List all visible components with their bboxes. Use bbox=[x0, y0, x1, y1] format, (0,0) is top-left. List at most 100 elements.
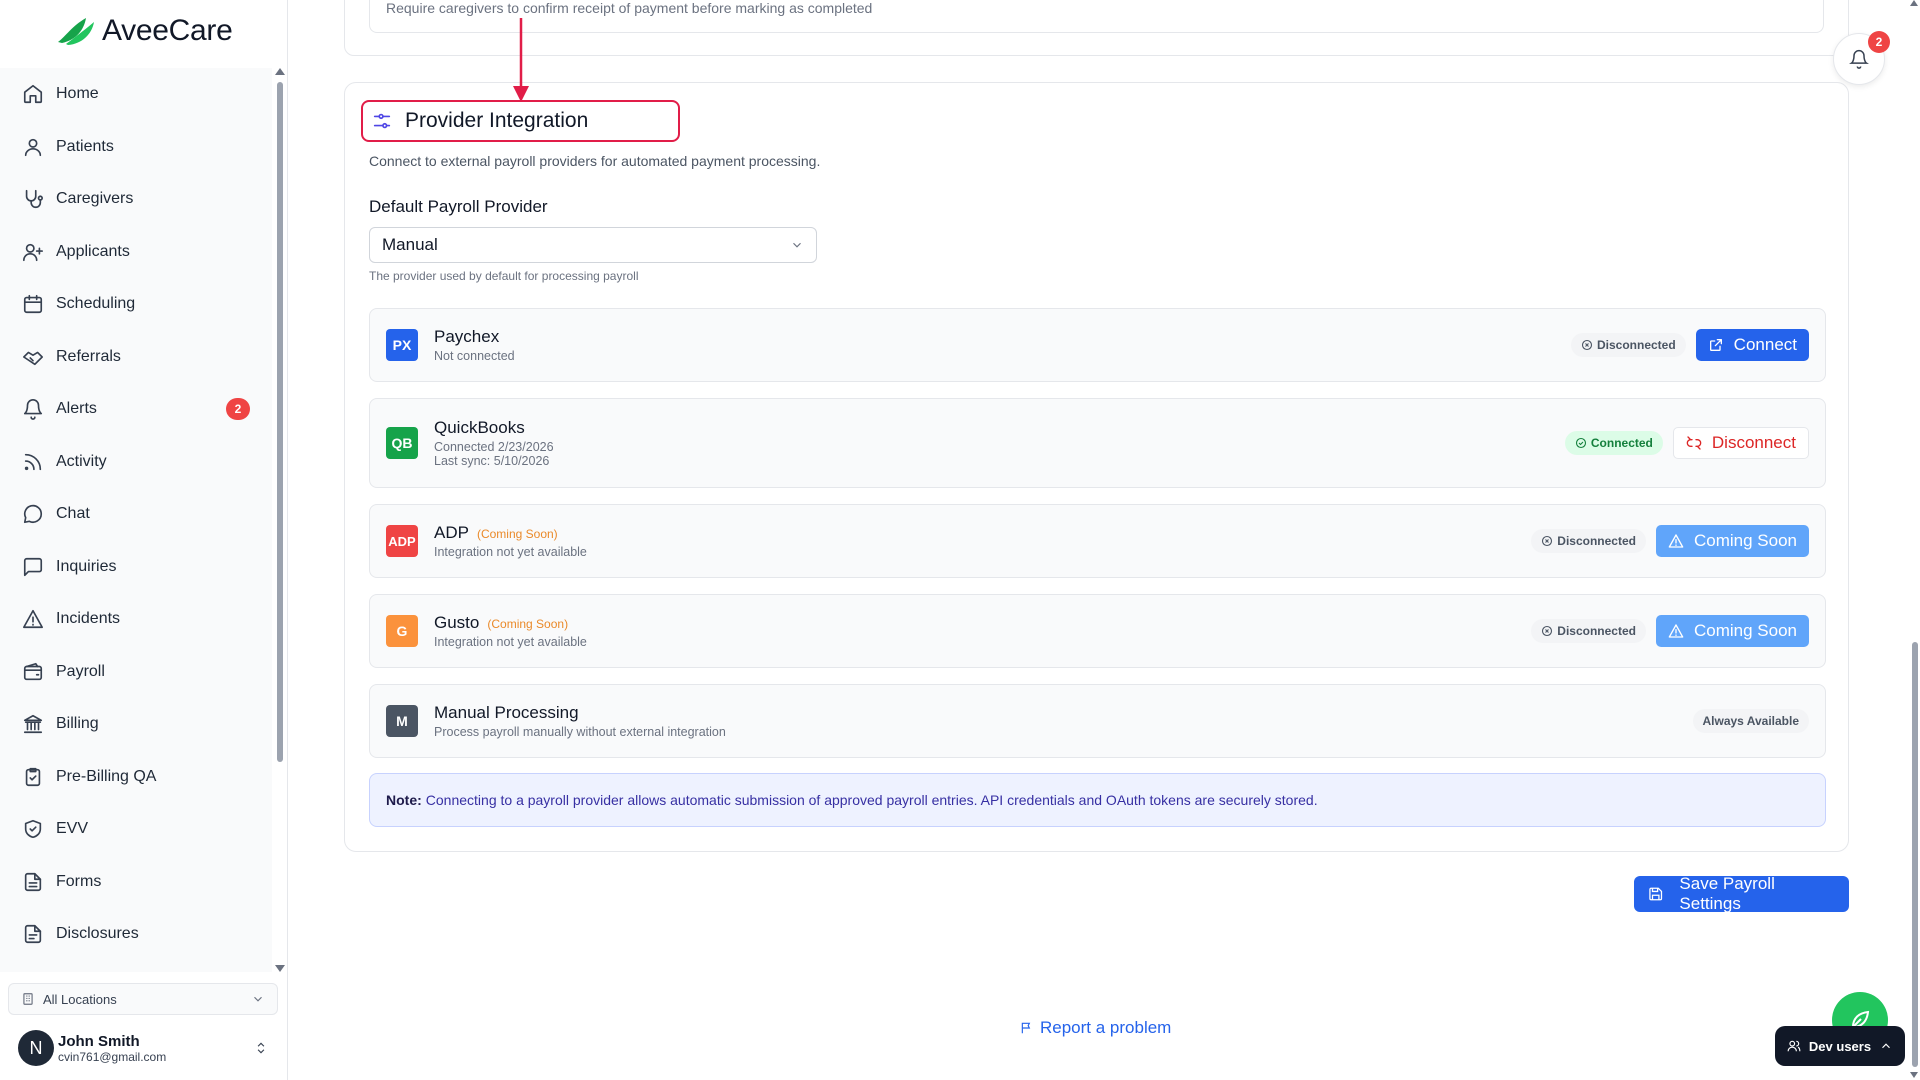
sidebar-item-patients[interactable]: Patients bbox=[0, 121, 272, 174]
save-button-label: Save Payroll Settings bbox=[1679, 874, 1775, 913]
sidebar-item-label: Disclosures bbox=[56, 925, 139, 943]
note-label: Note: bbox=[386, 792, 422, 808]
bell-icon bbox=[1849, 49, 1869, 69]
brand-logo[interactable]: AveeCare bbox=[56, 14, 233, 48]
scroll-thumb[interactable] bbox=[277, 82, 283, 762]
sidebar-item-pre-billing-qa[interactable]: Pre-Billing QA bbox=[0, 751, 272, 804]
circle-x-icon bbox=[1542, 535, 1553, 547]
sidebar-item-referrals[interactable]: Referrals bbox=[0, 331, 272, 384]
sidebar-item-label: Referrals bbox=[56, 347, 121, 365]
provider-info: Gusto (Coming Soon) Integration not yet a… bbox=[434, 613, 587, 649]
payment-confirmation-row: Require caregivers to confirm receipt of… bbox=[369, 0, 1824, 33]
coming-soon-button-label: Coming Soon bbox=[1693, 531, 1797, 550]
sidebar-item-incidents[interactable]: Incidents bbox=[0, 593, 272, 646]
provider-status-text: Not connected bbox=[434, 349, 515, 363]
sidebar-scrollbar[interactable] bbox=[274, 68, 285, 972]
user-plus-icon bbox=[23, 243, 43, 261]
location-select[interactable]: All Locations bbox=[8, 983, 278, 1015]
gusto-logo: G bbox=[386, 615, 418, 647]
sidebar-nav: Home Patients Caregivers Applicants Sche… bbox=[0, 68, 272, 972]
adp-coming-soon-button[interactable]: Coming Soon bbox=[1655, 525, 1809, 557]
connect-paychex-button[interactable]: Connect bbox=[1695, 329, 1809, 361]
external-link-icon bbox=[1709, 339, 1722, 351]
payment-confirmation-text: Require caregivers to confirm receipt of… bbox=[386, 0, 873, 16]
scroll-thumb[interactable] bbox=[1912, 642, 1918, 1067]
disconnect-button-label: Disconnect bbox=[1711, 433, 1796, 452]
scroll-up-arrow-icon[interactable] bbox=[275, 68, 285, 75]
provider-name: Gusto bbox=[434, 613, 480, 632]
sidebar-item-billing[interactable]: Billing bbox=[0, 698, 272, 751]
sidebar-item-inquiries[interactable]: Inquiries bbox=[0, 541, 272, 594]
provider-row-manual: M Manual Processing Process payroll manu… bbox=[369, 684, 1826, 758]
scroll-down-arrow-icon[interactable] bbox=[275, 965, 285, 972]
user-menu[interactable]: N John Smith cvin761@gmail.com bbox=[18, 1024, 278, 1072]
provider-actions: Disconnected Connect bbox=[1570, 329, 1809, 361]
provider-name: Manual Processing bbox=[434, 703, 579, 722]
status-badge: Always Available bbox=[1692, 709, 1809, 733]
sidebar: AveeCare Home Patients Caregivers Applic… bbox=[0, 0, 288, 1080]
sidebar-item-disclosures[interactable]: Disclosures bbox=[0, 908, 272, 961]
provider-status-text: Process payroll manually without externa… bbox=[434, 725, 726, 739]
sidebar-item-label: Applicants bbox=[56, 242, 130, 260]
sidebar-item-activity[interactable]: Activity bbox=[0, 436, 272, 489]
provider-info: Manual Processing Process payroll manual… bbox=[434, 703, 726, 739]
coming-soon-tag: (Coming Soon) bbox=[476, 527, 558, 541]
sidebar-item-label: Inquiries bbox=[56, 557, 117, 575]
provider-last-sync: Last sync: 5/10/2026 bbox=[434, 454, 550, 468]
sidebar-item-applicants[interactable]: Applicants bbox=[0, 226, 272, 279]
chevron-up-icon bbox=[1882, 1043, 1890, 1049]
flag-icon bbox=[1021, 1022, 1031, 1034]
status-badge-label: Disconnected bbox=[1557, 534, 1636, 548]
provider-connected-date: Connected 2/23/2026 bbox=[434, 440, 554, 454]
card-description: Connect to external payroll providers fo… bbox=[369, 153, 821, 169]
sidebar-item-label: Incidents bbox=[56, 610, 121, 628]
disconnect-quickbooks-button[interactable]: Disconnect bbox=[1672, 427, 1809, 459]
default-provider-label: Default Payroll Provider bbox=[369, 197, 548, 216]
adp-logo: ADP bbox=[386, 525, 418, 557]
provider-row-quickbooks: QB QuickBooks Connected 2/23/2026 Last s… bbox=[369, 398, 1826, 488]
calendar-icon bbox=[23, 295, 43, 314]
save-payroll-settings-button[interactable]: Save Payroll Settings bbox=[1634, 874, 1849, 913]
sidebar-item-alerts[interactable]: Alerts 2 bbox=[0, 383, 272, 436]
provider-info: QuickBooks Connected 2/23/2026 Last sync… bbox=[434, 418, 554, 468]
quickbooks-logo: QB bbox=[386, 427, 418, 459]
sidebar-item-label: Payroll bbox=[56, 662, 105, 680]
dev-users-button[interactable]: Dev users bbox=[1775, 1026, 1905, 1066]
scroll-up-arrow-icon[interactable] bbox=[1910, 0, 1918, 6]
connect-button-label: Connect bbox=[1733, 335, 1797, 354]
card-title: Provider Integration bbox=[405, 109, 589, 132]
status-badge: Connected bbox=[1564, 431, 1663, 455]
status-badge-label: Disconnected bbox=[1596, 338, 1676, 352]
default-provider-select[interactable]: Manual bbox=[369, 227, 817, 263]
sidebar-item-forms[interactable]: Forms bbox=[0, 856, 272, 909]
sidebar-item-caregivers[interactable]: Caregivers bbox=[0, 173, 272, 226]
sidebar-item-label: Pre-Billing QA bbox=[56, 767, 157, 785]
rss-icon bbox=[24, 453, 42, 470]
sidebar-item-home[interactable]: Home bbox=[0, 68, 272, 121]
provider-actions: Disconnected Coming Soon bbox=[1531, 615, 1809, 647]
gusto-coming-soon-button[interactable]: Coming Soon bbox=[1655, 615, 1809, 647]
scroll-down-arrow-icon[interactable] bbox=[1910, 1072, 1918, 1078]
provider-row-adp: ADP ADP (Coming Soon) Integration not yet… bbox=[369, 504, 1826, 578]
arrow-down-annotation-icon bbox=[513, 18, 529, 102]
sidebar-item-scheduling[interactable]: Scheduling bbox=[0, 278, 272, 331]
alert-triangle-icon bbox=[23, 610, 43, 629]
status-badge-label: Always Available bbox=[1702, 714, 1800, 728]
sidebar-item-payroll[interactable]: Payroll bbox=[0, 646, 272, 699]
coming-soon-tag: (Coming Soon) bbox=[487, 617, 569, 631]
paychex-logo: PX bbox=[386, 329, 418, 361]
building-icon bbox=[23, 993, 33, 1005]
provider-info: Paychex Not connected bbox=[434, 327, 515, 363]
main-scrollbar[interactable] bbox=[1909, 0, 1920, 1080]
payment-confirmation-card: Require caregivers to confirm receipt of… bbox=[344, 0, 1849, 56]
notifications-button[interactable]: 2 bbox=[1833, 31, 1890, 85]
provider-integration-header: Provider Integration bbox=[361, 100, 680, 142]
sidebar-item-label: Patients bbox=[56, 137, 114, 155]
report-problem-link[interactable]: Report a problem bbox=[1020, 1018, 1171, 1038]
sidebar-item-chat[interactable]: Chat bbox=[0, 488, 272, 541]
provider-actions: Always Available bbox=[1692, 709, 1809, 733]
main-content: Require caregivers to confirm receipt of… bbox=[289, 0, 1920, 1080]
file-icon bbox=[24, 925, 42, 944]
user-name: John Smith bbox=[58, 1032, 140, 1050]
sidebar-item-evv[interactable]: EVV bbox=[0, 803, 272, 856]
